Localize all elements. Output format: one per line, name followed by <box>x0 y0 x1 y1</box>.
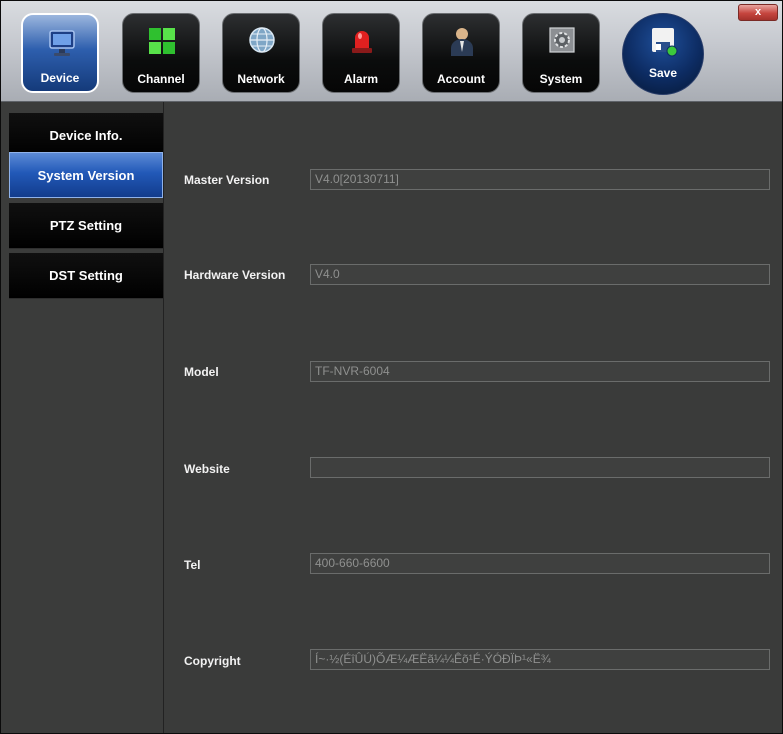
model-field: TF-NVR-6004 <box>310 361 770 382</box>
system-version-panel: Master Version V4.0[20130711] Hardware V… <box>164 102 782 733</box>
sidebar-item-system-version[interactable]: System Version <box>9 152 163 198</box>
monitor-icon <box>49 30 75 56</box>
siren-icon <box>352 31 372 53</box>
sidebar-item-ptz-setting[interactable]: PTZ Setting <box>9 203 163 249</box>
top-toolbar: Device Channel Network Alarm Account Sys… <box>1 1 782 102</box>
master-version-field: V4.0[20130711] <box>310 169 770 190</box>
settings-sidebar: Device Info. System Version PTZ Setting … <box>1 102 164 733</box>
toolbar-label-system: System <box>539 72 583 86</box>
model-label: Model <box>184 365 219 379</box>
toolbar-label-network: Network <box>237 72 285 86</box>
copyright-label: Copyright <box>184 654 241 668</box>
copyright-field: Í~·½(ÉîÛÚ)ÕÆ¼ÆËã¼¼Êõ¹É·ÝÓÐÏÞ¹«Ë¾ <box>310 649 770 670</box>
master-version-label: Master Version <box>184 173 270 187</box>
gear-icon <box>549 27 575 53</box>
website-label: Website <box>184 462 230 476</box>
toolbar-button-account[interactable]: Account <box>422 13 500 93</box>
device-settings-window: Device Channel Network Alarm Account Sys… <box>0 0 783 734</box>
toolbar-button-network[interactable]: Network <box>222 13 300 93</box>
save-icon <box>652 28 678 57</box>
toolbar-button-alarm[interactable]: Alarm <box>322 13 400 93</box>
toolbar-button-system[interactable]: System <box>522 13 600 93</box>
toolbar-label-alarm: Alarm <box>343 72 378 86</box>
grid-icon <box>149 28 175 54</box>
toolbar-label-account: Account <box>437 72 485 86</box>
tel-label: Tel <box>184 558 201 572</box>
save-button[interactable]: Save <box>622 13 704 95</box>
sidebar-item-dst-setting[interactable]: DST Setting <box>9 253 163 299</box>
website-field <box>310 457 770 478</box>
user-icon <box>451 28 473 56</box>
save-label: Save <box>648 66 678 80</box>
toolbar-label-channel: Channel <box>137 72 185 86</box>
toolbar-label-device: Device <box>40 71 80 85</box>
globe-icon <box>249 27 275 53</box>
toolbar-button-device[interactable]: Device <box>21 13 99 93</box>
toolbar-button-channel[interactable]: Channel <box>122 13 200 93</box>
hardware-version-label: Hardware Version <box>184 268 286 282</box>
close-button[interactable]: x <box>738 4 778 21</box>
hardware-version-field: V4.0 <box>310 264 770 285</box>
tel-field: 400-660-6600 <box>310 553 770 574</box>
